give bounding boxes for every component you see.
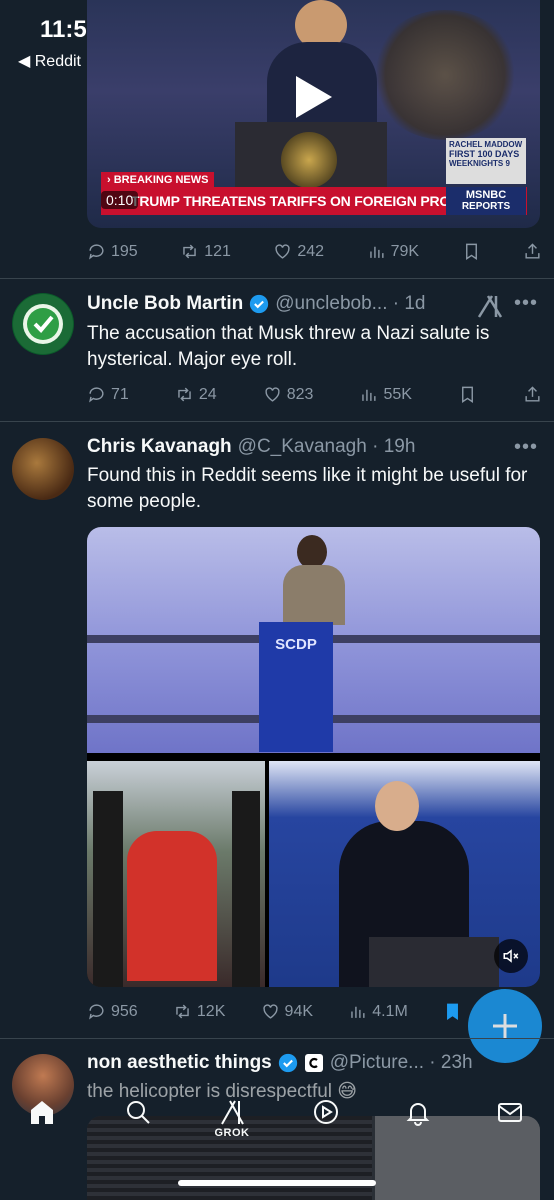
network-logo: MSNBC REPORTS xyxy=(446,187,526,215)
like-button[interactable]: 94K xyxy=(261,1002,313,1021)
affiliate-badge-icon xyxy=(304,1054,323,1072)
tweet-header: non aesthetic things @Picture... · 23h xyxy=(87,1052,537,1074)
author-handle[interactable]: @Picture... · 23h xyxy=(330,1052,473,1074)
views-button[interactable]: 55K xyxy=(359,385,412,404)
heart-icon xyxy=(262,1004,278,1019)
speaker-muted-icon xyxy=(503,949,519,963)
views-button[interactable]: 79K xyxy=(367,242,419,261)
plus-icon xyxy=(493,1014,517,1038)
tab-video[interactable] xyxy=(306,1098,346,1126)
background-seal xyxy=(370,10,520,140)
media-image-stage: SCDP xyxy=(87,527,540,753)
share-icon xyxy=(525,386,540,402)
search-icon xyxy=(127,1101,150,1124)
reply-button[interactable]: 195 xyxy=(87,242,138,261)
views-icon xyxy=(362,389,376,401)
back-to-app-link[interactable]: ◀ Reddit xyxy=(18,51,81,71)
repost-icon xyxy=(176,1004,189,1019)
tweet-actions: 71 24 823 55K xyxy=(87,385,542,404)
share-button[interactable] xyxy=(523,385,542,404)
reply-icon xyxy=(89,1004,104,1020)
presidential-seal xyxy=(281,132,337,188)
clean-code-badge-icon xyxy=(13,294,73,354)
grok-icon[interactable] xyxy=(476,293,504,319)
tweet-header: Uncle Bob Martin @unclebob... · 1d xyxy=(87,293,537,315)
home-indicator[interactable] xyxy=(178,1180,376,1186)
more-options-button[interactable]: ••• xyxy=(514,436,538,459)
tweet-text: Found this in Reddit seems like it might… xyxy=(87,465,528,512)
views-icon xyxy=(351,1006,365,1018)
promo-box: RACHEL MADDOW FIRST 100 DAYS WEEKNIGHTS … xyxy=(446,138,526,184)
bookmark-button[interactable] xyxy=(462,242,481,261)
repost-button[interactable]: 121 xyxy=(180,242,231,261)
bell-icon xyxy=(406,1103,430,1126)
tab-messages[interactable] xyxy=(490,1098,530,1126)
verified-icon xyxy=(250,294,269,314)
tweet-media[interactable]: SCDP xyxy=(87,527,540,987)
like-button[interactable]: 242 xyxy=(273,242,324,261)
author-handle[interactable]: @C_Kavanagh · 19h xyxy=(238,436,416,458)
tab-notifications[interactable] xyxy=(398,1098,438,1126)
avatar[interactable] xyxy=(12,293,74,355)
share-icon xyxy=(525,243,540,259)
tweet-actions: 956 12K 94K 4.1M xyxy=(87,1002,462,1021)
author-name[interactable]: Uncle Bob Martin xyxy=(87,293,243,315)
bookmark-icon xyxy=(461,386,473,403)
tweet-header: Chris Kavanagh @C_Kavanagh · 19h xyxy=(87,436,537,458)
tab-grok[interactable]: GROK xyxy=(212,1098,252,1139)
repost-icon xyxy=(178,387,191,402)
bookmark-button[interactable] xyxy=(458,385,477,404)
more-options-button[interactable]: ••• xyxy=(514,292,538,315)
divider xyxy=(0,421,554,422)
like-button[interactable]: 823 xyxy=(263,385,313,404)
author-handle[interactable]: @unclebob... · 1d xyxy=(275,293,425,315)
reply-icon xyxy=(89,387,104,403)
share-button[interactable] xyxy=(523,242,542,261)
author-name[interactable]: Chris Kavanagh xyxy=(87,436,232,458)
divider xyxy=(0,1038,554,1039)
breaking-news-label: › BREAKING NEWS xyxy=(101,172,215,188)
tab-search[interactable] xyxy=(118,1098,158,1126)
grok-icon xyxy=(221,1100,244,1125)
video-duration: 0:10 xyxy=(101,191,139,209)
play-button[interactable] xyxy=(273,64,353,130)
repost-button[interactable]: 24 xyxy=(175,385,217,404)
views-button[interactable]: 4.1M xyxy=(348,1002,408,1021)
heart-icon xyxy=(265,387,280,402)
author-name[interactable]: non aesthetic things xyxy=(87,1052,272,1074)
avatar[interactable] xyxy=(12,438,74,500)
podium xyxy=(235,122,387,194)
play-icon xyxy=(296,76,332,118)
tweet-text: The accusation that Musk threw a Nazi sa… xyxy=(87,323,490,370)
views-icon xyxy=(369,246,384,258)
tab-home[interactable] xyxy=(22,1098,62,1126)
reply-icon xyxy=(89,244,104,260)
play-circle-icon xyxy=(314,1100,338,1124)
bookmark-icon xyxy=(465,243,477,260)
mail-icon xyxy=(498,1103,522,1122)
podium: SCDP xyxy=(259,622,333,752)
reply-button[interactable]: 71 xyxy=(87,385,129,404)
home-icon xyxy=(31,1101,53,1124)
bookmark-icon xyxy=(447,1003,458,1020)
heart-icon xyxy=(275,244,290,259)
bookmark-button[interactable] xyxy=(443,1002,462,1021)
repost-button[interactable]: 12K xyxy=(173,1002,225,1021)
divider xyxy=(0,278,554,279)
media-image-group xyxy=(87,761,265,987)
mute-button[interactable] xyxy=(494,939,528,973)
speaker-figure xyxy=(279,535,349,625)
video-player[interactable]: RACHEL MADDOW FIRST 100 DAYS WEEKNIGHTS … xyxy=(87,0,540,228)
tweet-actions: 195 121 242 79K xyxy=(87,242,542,261)
reply-button[interactable]: 956 xyxy=(87,1002,138,1021)
repost-icon xyxy=(183,244,196,259)
verified-icon xyxy=(278,1053,297,1073)
